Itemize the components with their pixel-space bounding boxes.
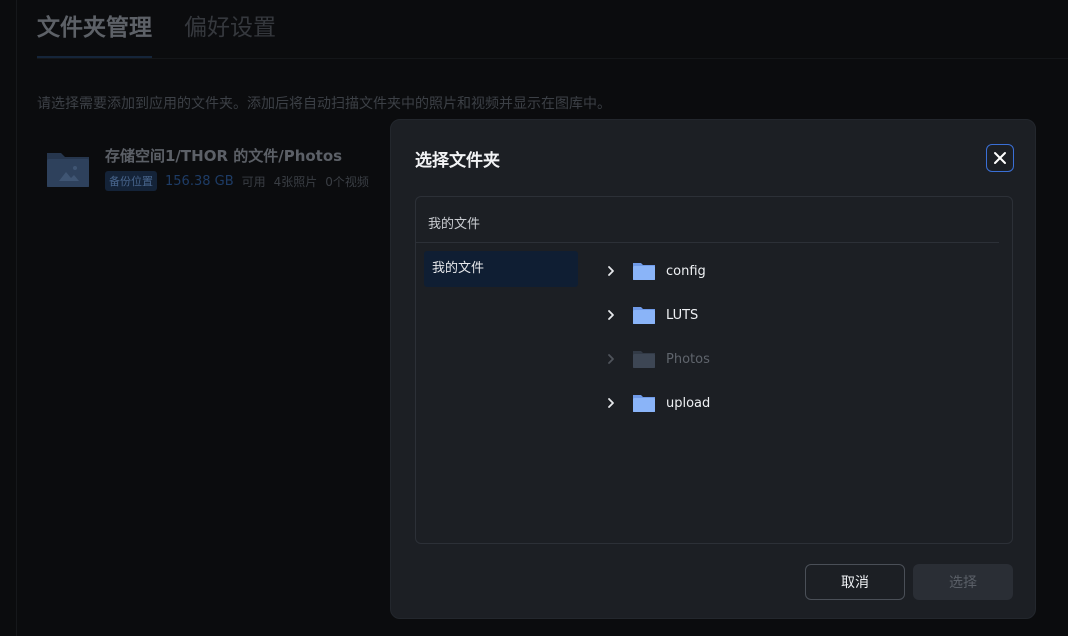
- photo-folder-icon: [45, 145, 91, 191]
- folder-row-photos: Photos: [600, 337, 1000, 381]
- folder-name: Photos: [666, 351, 710, 367]
- left-divider: [16, 0, 17, 636]
- select-folder-dialog: 选择文件夹 我的文件 我的文件 config LUTS Photos uploa…: [390, 119, 1036, 619]
- folder-row-config[interactable]: config: [600, 249, 1000, 293]
- page-tabs: 文件夹管理 偏好设置: [37, 10, 276, 58]
- tabs-divider: [37, 58, 1068, 59]
- app-window: 文件夹管理 偏好设置 请选择需要添加到应用的文件夹。添加后将自动扫描文件夹中的照…: [0, 0, 1068, 636]
- folder-name: config: [666, 263, 706, 279]
- folder-row-luts[interactable]: LUTS: [600, 293, 1000, 337]
- page-description: 请选择需要添加到应用的文件夹。添加后将自动扫描文件夹中的照片和视频并显示在图库中…: [37, 96, 611, 112]
- added-folder-card[interactable]: 存储空间1/THOR 的文件/Photos 备份位置 156.38 GB 可用 …: [45, 145, 369, 191]
- close-button[interactable]: [986, 144, 1014, 172]
- folder-list: config LUTS Photos upload: [600, 249, 1000, 425]
- available-label: 可用: [241, 174, 266, 189]
- dialog-title: 选择文件夹: [415, 151, 500, 171]
- cancel-button[interactable]: 取消: [805, 564, 905, 600]
- folder-card-meta: 备份位置 156.38 GB 可用 4张照片 0个视频: [105, 171, 369, 191]
- sidebar-item-my-files[interactable]: 我的文件: [424, 251, 578, 287]
- browser-divider: [416, 242, 999, 243]
- folder-icon: [633, 263, 655, 280]
- folder-icon: [633, 307, 655, 324]
- chevron-right-icon[interactable]: [604, 264, 618, 278]
- folder-icon: [633, 395, 655, 412]
- photo-count: 4张照片: [273, 174, 318, 189]
- folder-name: upload: [666, 395, 711, 411]
- chevron-right-icon[interactable]: [604, 308, 618, 322]
- tab-preferences[interactable]: 偏好设置: [184, 10, 276, 58]
- tab-folder-management[interactable]: 文件夹管理: [37, 10, 152, 58]
- close-icon: [994, 152, 1006, 164]
- select-button[interactable]: 选择: [913, 564, 1013, 600]
- folder-browser: 我的文件 我的文件 config LUTS Photos upload: [415, 196, 1013, 544]
- folder-card-text: 存储空间1/THOR 的文件/Photos 备份位置 156.38 GB 可用 …: [105, 145, 369, 191]
- folder-name: LUTS: [666, 307, 699, 323]
- backup-location-badge: 备份位置: [105, 171, 157, 191]
- chevron-right-icon[interactable]: [604, 396, 618, 410]
- breadcrumb[interactable]: 我的文件: [428, 213, 480, 232]
- folder-icon: [633, 351, 655, 368]
- chevron-right-icon: [608, 354, 614, 364]
- available-size: 156.38 GB: [165, 173, 234, 189]
- folder-card-title: 存储空间1/THOR 的文件/Photos: [105, 147, 343, 165]
- video-count: 0个视频: [325, 174, 369, 189]
- folder-row-upload[interactable]: upload: [600, 381, 1000, 425]
